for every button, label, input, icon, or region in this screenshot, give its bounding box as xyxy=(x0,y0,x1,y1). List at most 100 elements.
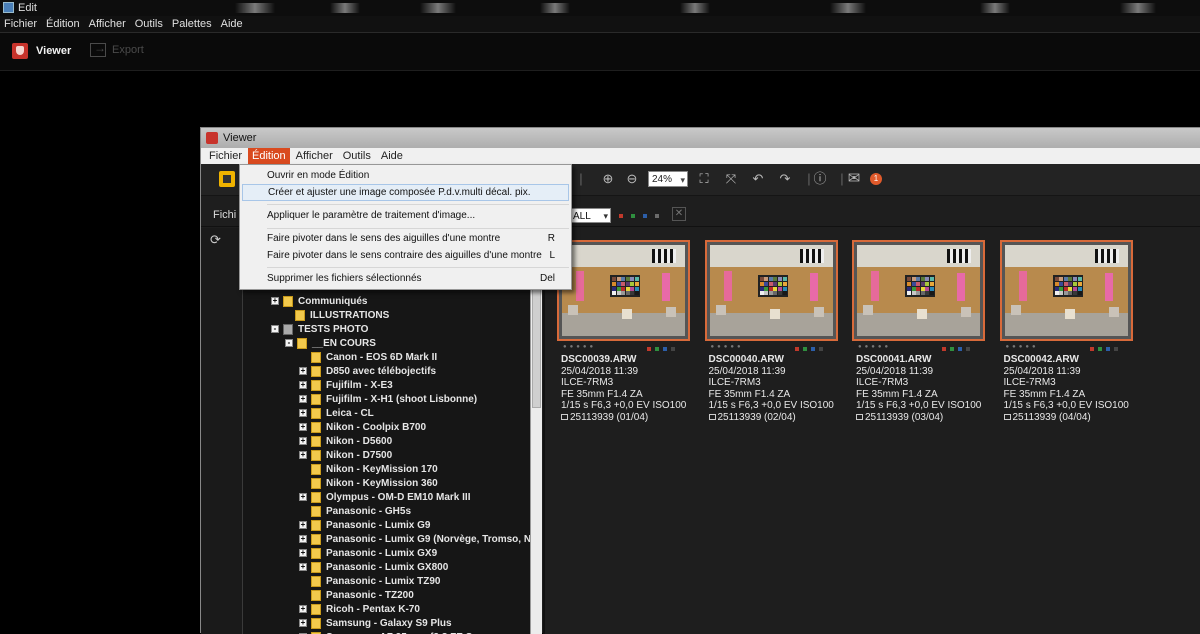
tree-item[interactable]: +Olympus - OM-D EM10 Mark III xyxy=(299,490,470,504)
rating-stars[interactable]: ●●●●● xyxy=(711,344,744,350)
expand-icon[interactable]: + xyxy=(299,451,307,459)
expand-icon[interactable]: + xyxy=(299,521,307,529)
color-label-dot[interactable] xyxy=(663,347,667,351)
rotate-left-icon[interactable]: ↶ xyxy=(750,171,766,187)
outer-menu-afficher[interactable]: Afficher xyxy=(89,18,126,30)
zoom-in-icon[interactable]: ⊕ xyxy=(600,171,616,187)
tree-item[interactable]: +Ricoh - Pentax K-70 xyxy=(299,602,420,616)
color-label-dot[interactable] xyxy=(1114,347,1118,351)
expand-icon[interactable]: + xyxy=(299,549,307,557)
color-label-dot[interactable] xyxy=(1106,347,1110,351)
expand-icon[interactable]: + xyxy=(299,535,307,543)
outer-menu-outils[interactable]: Outils xyxy=(135,18,163,30)
rating-stars[interactable]: ●●●●● xyxy=(1006,344,1039,350)
tree-item[interactable]: +D850 avec télébojectifs xyxy=(299,364,436,378)
rating-stars[interactable]: ●●●●● xyxy=(858,344,891,350)
expand-icon[interactable]: + xyxy=(299,423,307,431)
color-label-dot[interactable] xyxy=(655,347,659,351)
app-logo-icon[interactable] xyxy=(219,171,235,187)
tree-item[interactable]: +Fujifilm - X-E3 xyxy=(299,378,393,392)
viewer-menu-aide[interactable]: Aide xyxy=(377,148,407,164)
color-filter-gray[interactable] xyxy=(655,214,659,218)
expand-icon[interactable]: + xyxy=(299,619,307,627)
menu-item-delete-selected[interactable]: Supprimer les fichiers sélectionnés Del xyxy=(242,270,569,287)
color-filter-red[interactable] xyxy=(619,214,623,218)
rating-stars[interactable]: ●●●●● xyxy=(563,344,596,350)
menu-item-rotate-counterclockwise[interactable]: Faire pivoter dans le sens contraire des… xyxy=(242,247,569,264)
tree-item[interactable]: +Leica - CL xyxy=(299,406,374,420)
color-label-dot[interactable] xyxy=(942,347,946,351)
tree-item[interactable]: +Samsung - Galaxy S9 Plus xyxy=(299,616,452,630)
zoom-select[interactable]: 24% xyxy=(648,171,688,187)
tree-item[interactable]: +Panasonic - Lumix G9 (Norvège, Tromso, … xyxy=(299,532,530,546)
tree-item[interactable]: +Samsung - AF 35 mm f2 8 FE Sony xyxy=(299,630,490,634)
tree-item[interactable]: Canon - EOS 6D Mark II xyxy=(299,350,437,364)
color-label-dot[interactable] xyxy=(795,347,799,351)
tree-item[interactable]: Panasonic - Lumix TZ90 xyxy=(299,574,440,588)
color-label-dot[interactable] xyxy=(811,347,815,351)
thumbnail[interactable]: ●●●●●DSC00042.ARW25/04/2018 11:39ILCE-7R… xyxy=(1000,240,1133,340)
color-label-dot[interactable] xyxy=(671,347,675,351)
tree-item[interactable]: -__EN COURS xyxy=(285,336,376,350)
expand-icon[interactable]: + xyxy=(299,437,307,445)
viewer-menu-fichier[interactable]: Fichier xyxy=(205,148,246,164)
thumbnail[interactable]: ●●●●●DSC00040.ARW25/04/2018 11:39ILCE-7R… xyxy=(705,240,838,340)
collapse-icon[interactable]: - xyxy=(271,325,279,333)
rating-filter-select[interactable]: ALL xyxy=(569,208,611,223)
rotate-right-icon[interactable]: ↷ xyxy=(777,171,793,187)
expand-icon[interactable]: + xyxy=(271,297,279,305)
menu-item-apply-processing[interactable]: Appliquer le paramètre de traitement d'i… xyxy=(242,207,569,224)
collapse-icon[interactable]: - xyxy=(285,339,293,347)
tree-item[interactable]: +Nikon - D5600 xyxy=(299,434,392,448)
thumbnail-image[interactable] xyxy=(1000,240,1133,341)
color-label-dot[interactable] xyxy=(950,347,954,351)
expand-icon[interactable]: + xyxy=(299,409,307,417)
thumbnail-image[interactable] xyxy=(852,240,985,341)
info-icon[interactable]: ⓘ xyxy=(812,171,828,187)
expand-icon[interactable]: + xyxy=(299,563,307,571)
tree-item[interactable]: +Nikon - Coolpix B700 xyxy=(299,420,426,434)
menu-item-open-edit-mode[interactable]: Ouvrir en mode Édition xyxy=(242,167,569,184)
clear-filter-icon[interactable]: ✕ xyxy=(672,207,686,221)
zoom-out-icon[interactable]: ⊖ xyxy=(624,171,640,187)
thumbnail[interactable]: ●●●●●DSC00041.ARW25/04/2018 11:39ILCE-7R… xyxy=(852,240,985,340)
tree-item[interactable]: +Communiqués xyxy=(271,294,367,308)
color-filter-green[interactable] xyxy=(631,214,635,218)
viewer-menu-outils[interactable]: Outils xyxy=(339,148,375,164)
tree-item[interactable]: +Fujifilm - X-H1 (shoot Lisbonne) xyxy=(299,392,477,406)
outer-menu-aide[interactable]: Aide xyxy=(221,18,243,30)
tree-item[interactable]: Panasonic - GH5s xyxy=(299,504,411,518)
tree-item[interactable]: +Panasonic - Lumix GX9 xyxy=(299,546,437,560)
export-button[interactable]: Export xyxy=(90,43,144,57)
color-label-dot[interactable] xyxy=(1090,347,1094,351)
tree-item[interactable]: ILLUSTRATIONS xyxy=(283,308,389,322)
color-label-dot[interactable] xyxy=(958,347,962,351)
tree-item[interactable]: -TESTS PHOTO xyxy=(271,322,368,336)
fit-screen-icon[interactable]: ⛶ xyxy=(696,171,712,187)
tree-item[interactable]: Panasonic - TZ200 xyxy=(299,588,414,602)
color-label-dot[interactable] xyxy=(1098,347,1102,351)
tree-item[interactable]: +Nikon - D7500 xyxy=(299,448,392,462)
menu-item-rotate-clockwise[interactable]: Faire pivoter dans le sens des aiguilles… xyxy=(242,230,569,247)
tree-item[interactable]: Nikon - KeyMission 170 xyxy=(299,462,438,476)
color-filter-blue[interactable] xyxy=(643,214,647,218)
viewer-menu-edition[interactable]: Édition xyxy=(248,148,290,164)
expand-icon[interactable]: + xyxy=(299,367,307,375)
color-label-dot[interactable] xyxy=(966,347,970,351)
outer-menu-palettes[interactable]: Palettes xyxy=(172,18,212,30)
color-label-dot[interactable] xyxy=(803,347,807,351)
viewer-button[interactable]: Viewer xyxy=(12,43,71,59)
color-label-dot[interactable] xyxy=(819,347,823,351)
tree-item[interactable]: Nikon - KeyMission 360 xyxy=(299,476,438,490)
refresh-icon[interactable]: ⟳ xyxy=(210,232,221,248)
tree-item[interactable]: +Panasonic - Lumix G9 xyxy=(299,518,430,532)
outer-menu-fichier[interactable]: Fichier xyxy=(4,18,37,30)
outer-menu-edition[interactable]: Édition xyxy=(46,18,80,30)
thumbnail[interactable]: ●●●●●DSC00039.ARW25/04/2018 11:39ILCE-7R… xyxy=(557,240,690,340)
expand-icon[interactable]: + xyxy=(299,381,307,389)
expand-icon[interactable]: + xyxy=(299,493,307,501)
expand-icon[interactable]: + xyxy=(299,395,307,403)
viewer-menu-afficher[interactable]: Afficher xyxy=(292,148,337,164)
full-size-icon[interactable]: ⤧ xyxy=(723,171,739,187)
menu-item-pixel-shift-composite[interactable]: Créer et ajuster une image composée P.d.… xyxy=(242,184,569,201)
